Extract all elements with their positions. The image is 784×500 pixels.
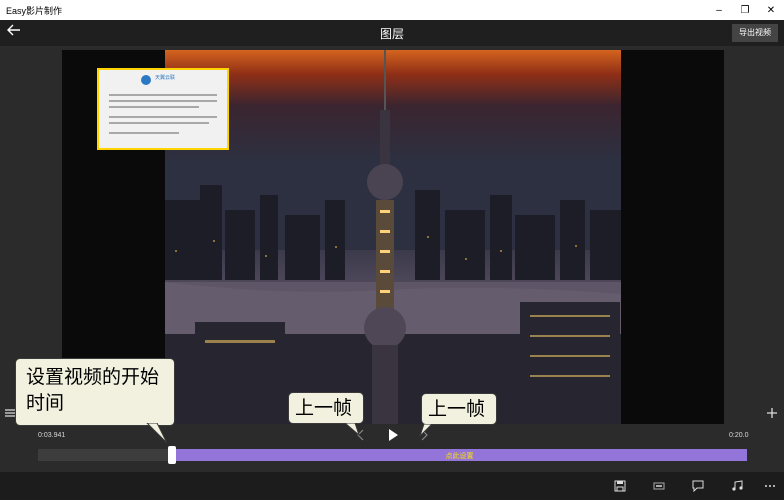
callout-text: 设置视频的开始时间: [26, 367, 160, 414]
text-bubble-icon: [692, 480, 704, 492]
callout-prev-frame: 上一帧: [288, 392, 364, 424]
start-time-handle[interactable]: [168, 446, 176, 464]
aspect-ratio-icon: [653, 482, 665, 490]
end-time-label: 0:20.0: [729, 432, 749, 439]
overlay-text-line: [109, 122, 209, 124]
text-button[interactable]: [690, 478, 706, 494]
overlay-text-line: [109, 100, 217, 102]
overlay-logo: [141, 75, 151, 85]
overlay-brand-text: 天翼云联: [155, 75, 176, 81]
add-layer-button[interactable]: [765, 406, 779, 420]
window-titlebar: Easy影片制作 – ❐ ✕: [0, 0, 784, 20]
city-skyline-illustration: [165, 50, 621, 424]
overlay-text-line: [109, 106, 199, 108]
background-photo: [165, 50, 621, 424]
callout-pointer: [345, 423, 361, 437]
overlay-text-line: [109, 132, 179, 134]
bottom-toolbar: [0, 472, 784, 500]
callout-set-start-time: 设置视频的开始时间: [15, 358, 175, 426]
play-icon: [389, 429, 398, 441]
callout-text: 上一帧: [428, 399, 486, 420]
callout-text: 上一帧: [295, 398, 353, 419]
save-icon: [614, 480, 626, 492]
plus-icon: [767, 408, 777, 418]
start-time-label: 0:03.941: [38, 432, 66, 439]
aspect-ratio-button[interactable]: [651, 478, 667, 494]
callout-pointer: [419, 424, 433, 437]
timeline-clip-label: 点此设置: [445, 453, 474, 460]
save-button[interactable]: [612, 478, 628, 494]
app-header: 图层 导出视频: [0, 20, 784, 46]
more-button[interactable]: [762, 478, 778, 494]
play-button[interactable]: [385, 428, 401, 444]
callout-pointer: [146, 423, 168, 444]
callout-next-frame: 上一帧: [421, 393, 497, 425]
overlay-text-line: [109, 94, 217, 96]
music-icon: [732, 480, 743, 491]
more-icon: [765, 485, 775, 487]
app-title: Easy影片制作: [6, 6, 63, 16]
overlay-layer-image[interactable]: 天翼云联: [97, 68, 229, 150]
close-button[interactable]: ✕: [756, 0, 784, 20]
page-title: 图层: [379, 27, 404, 41]
music-button[interactable]: [729, 478, 745, 494]
overlay-text-line: [109, 116, 217, 118]
export-video-button[interactable]: 导出视频: [732, 24, 778, 42]
